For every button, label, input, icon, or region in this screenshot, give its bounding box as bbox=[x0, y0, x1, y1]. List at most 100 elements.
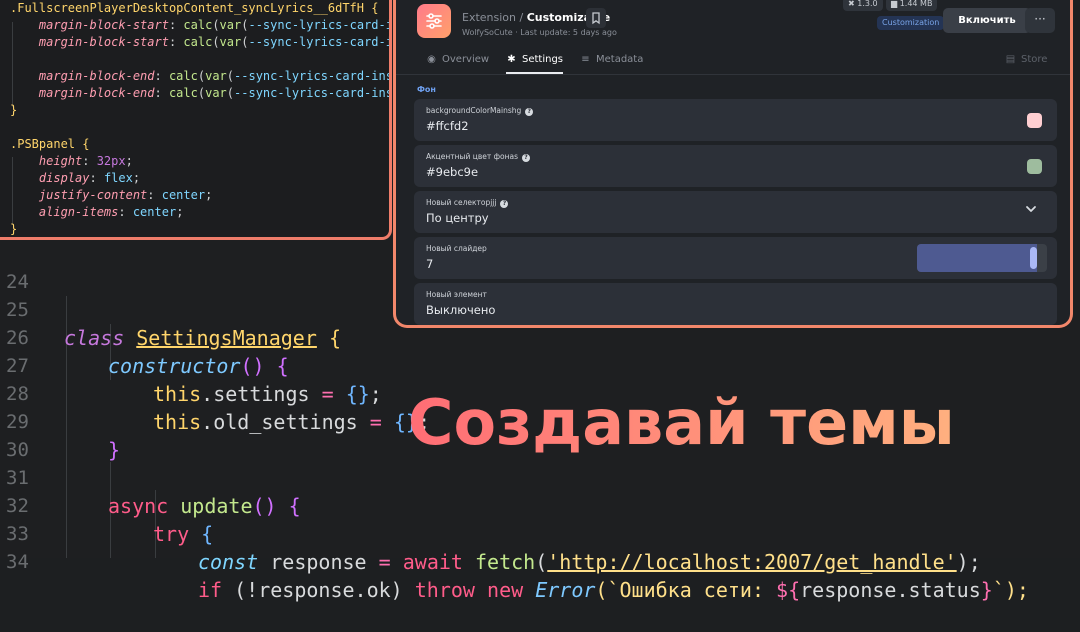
extension-kind: Extension bbox=[462, 11, 517, 24]
css-line: margin-block-start: calc(var(--sync-lyri… bbox=[10, 35, 392, 49]
setting-value: #ffcfd2 bbox=[426, 119, 469, 133]
help-icon[interactable]: ? bbox=[522, 154, 531, 162]
code-line: 32 try { bbox=[0, 464, 1080, 546]
more-options-button[interactable]: ··· bbox=[1025, 8, 1055, 33]
tab-metadata[interactable]: ≡ Metadata bbox=[580, 50, 643, 72]
keyword: const bbox=[198, 550, 259, 574]
code-line: 34 if (!response.ok) throw new Error(`Ош… bbox=[0, 520, 1080, 602]
code-line: 28 this.old_settings = {}; bbox=[0, 352, 1080, 434]
css-code-editor[interactable]: .FullscreenPlayerDesktopContent_syncLyri… bbox=[0, 0, 392, 240]
string-literal: 'http://localhost:2007/get_handle' bbox=[547, 550, 957, 574]
tab-label: Settings bbox=[522, 54, 564, 65]
enable-button[interactable]: Включить bbox=[943, 8, 1031, 33]
template-expression: response.status bbox=[800, 578, 981, 602]
setting-label-text: backgroundColorMainshg bbox=[426, 106, 522, 115]
paren: ); bbox=[956, 550, 981, 574]
package-icon: ▆ bbox=[891, 0, 900, 8]
css-line: .FullscreenPlayerDesktopContent_syncLyri… bbox=[10, 1, 379, 15]
extension-meta: WolfySoCute · Last update: 5 days ago bbox=[462, 28, 617, 37]
chevron-down-icon[interactable] bbox=[1024, 202, 1038, 220]
keyword: await bbox=[402, 550, 463, 574]
select-value: По центру bbox=[426, 211, 489, 225]
slider-thumb[interactable] bbox=[1030, 247, 1037, 269]
size-text: 1.44 MB bbox=[899, 0, 933, 8]
setting-label-text: Новый слайдер bbox=[426, 244, 487, 253]
setting-value: #9ebc9e bbox=[426, 165, 479, 179]
css-line: justify-content: center; bbox=[10, 188, 213, 202]
tab-label: Overview bbox=[442, 54, 490, 65]
bookmark-icon bbox=[592, 12, 600, 25]
setting-row-accent-color[interactable]: Акцентный цвет фонаs? #9ebc9e bbox=[414, 145, 1057, 187]
keyword: new bbox=[487, 578, 524, 602]
template-placeholder: ${ bbox=[776, 578, 801, 602]
sliders-icon bbox=[426, 13, 442, 29]
code-text: const response = await fetch('http://loc… bbox=[198, 548, 981, 576]
setting-label: backgroundColorMainshg? bbox=[426, 106, 534, 116]
author-name: WolfySoCute bbox=[462, 28, 513, 37]
slider-track[interactable] bbox=[917, 244, 1047, 272]
template-string: (`Ошибка сети: bbox=[595, 578, 777, 602]
setting-label-text: Акцентный цвет фонаs bbox=[426, 152, 519, 161]
size-badge: ▆ 1.44 MB bbox=[886, 0, 938, 11]
setting-label-text: Новый селекторjjj bbox=[426, 198, 497, 207]
css-line: display: flex; bbox=[10, 171, 141, 185]
setting-row-slider: Новый слайдер 7 bbox=[414, 237, 1057, 279]
bookmark-button[interactable] bbox=[586, 8, 606, 28]
slider-value: 7 bbox=[426, 257, 434, 271]
keyword: if bbox=[198, 578, 223, 602]
tab-label: Metadata bbox=[596, 54, 644, 65]
help-icon[interactable]: ? bbox=[525, 108, 534, 116]
tab-store[interactable]: ▤ Store bbox=[1005, 50, 1048, 72]
setting-label-text: Новый элемент bbox=[426, 290, 487, 299]
section-label: Фон bbox=[417, 85, 436, 94]
css-line: margin-block-start: calc(var(--sync-lyri… bbox=[10, 18, 392, 32]
function-name: fetch bbox=[475, 550, 536, 574]
tab-settings[interactable]: ✱ Settings bbox=[506, 50, 564, 74]
template-string: `); bbox=[992, 578, 1029, 602]
css-line: } bbox=[10, 222, 18, 236]
css-line: margin-block-end: calc(var(--sync-lyrics… bbox=[10, 69, 389, 83]
compass-icon: ◉ bbox=[427, 54, 436, 65]
headline: Создавай темы bbox=[408, 384, 955, 462]
setting-label: Новый слайдер bbox=[426, 244, 487, 253]
setting-label: Акцентный цвет фонаs? bbox=[426, 152, 531, 162]
code-line: 33 const response = await fetch('http://… bbox=[0, 492, 1080, 574]
css-line: margin-block-end: calc(var(--sync-lyrics… bbox=[10, 86, 389, 100]
tag-icon: ✖ bbox=[848, 0, 858, 8]
document-icon: ≡ bbox=[581, 54, 590, 65]
operator: = bbox=[378, 550, 391, 574]
help-icon[interactable]: ? bbox=[500, 200, 509, 208]
class-name: Error bbox=[535, 578, 596, 602]
extension-panel: Extension / Customizable WolfySoCute · L… bbox=[393, 0, 1073, 328]
css-line: align-items: center; bbox=[10, 205, 184, 219]
template-placeholder: } bbox=[980, 578, 993, 602]
setting-row-toggle[interactable]: Новый элемент Выключено bbox=[414, 283, 1057, 325]
gear-icon: ✱ bbox=[507, 54, 516, 65]
category-badge: Customization bbox=[877, 16, 945, 30]
title-separator: / bbox=[516, 11, 527, 24]
css-line: } bbox=[10, 103, 18, 117]
color-swatch[interactable] bbox=[1027, 159, 1042, 174]
tab-bar: ◉ Overview ✱ Settings ≡ Metadata ▤ Store bbox=[396, 44, 1070, 75]
tab-label: Store bbox=[1021, 54, 1048, 65]
condition: (!response.ok) bbox=[234, 578, 403, 602]
tab-overview[interactable]: ◉ Overview bbox=[426, 50, 489, 72]
version-text: 1.3.0 bbox=[857, 0, 878, 8]
version-badge: ✖ 1.3.0 bbox=[843, 0, 883, 11]
color-swatch[interactable] bbox=[1027, 113, 1042, 128]
css-line: .PSBpanel { bbox=[10, 137, 90, 151]
setting-row-selector[interactable]: Новый селекторjjj? По центру bbox=[414, 191, 1057, 233]
code-line: 27 this.settings = {}; bbox=[0, 324, 1080, 406]
extension-logo bbox=[417, 4, 451, 38]
setting-row-background-color[interactable]: backgroundColorMainshg? #ffcfd2 bbox=[414, 99, 1057, 141]
paren: ( bbox=[535, 550, 548, 574]
keyword: throw bbox=[414, 578, 475, 602]
last-update: Last update: 5 days ago bbox=[520, 28, 617, 37]
extension-header: Extension / Customizable WolfySoCute · L… bbox=[414, 0, 1055, 40]
css-line: height: 32px; bbox=[10, 154, 133, 168]
line-number: 34 bbox=[6, 551, 29, 573]
setting-value: Выключено bbox=[426, 303, 496, 317]
setting-label: Новый элемент bbox=[426, 290, 487, 299]
code-text: if (!response.ok) throw new Error(`Ошибк… bbox=[198, 576, 1029, 604]
variable: response bbox=[270, 550, 367, 574]
